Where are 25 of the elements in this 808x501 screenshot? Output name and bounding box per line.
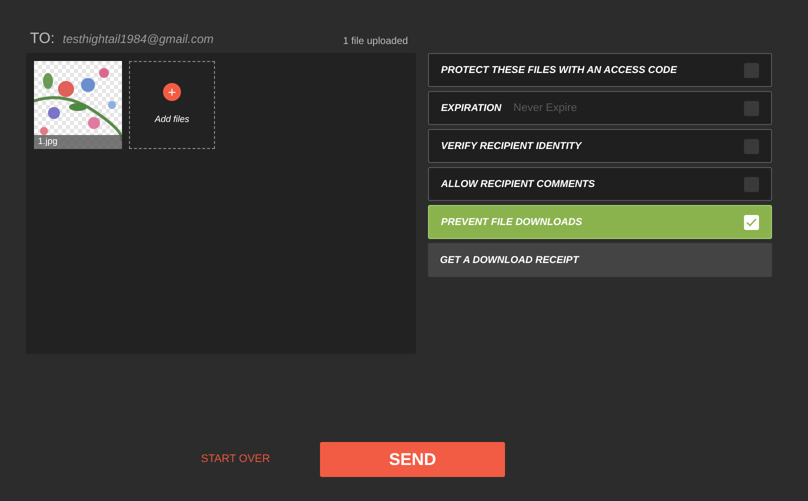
checkbox[interactable] — [744, 176, 759, 192]
plus-icon: + — [163, 83, 181, 102]
option-row[interactable]: ALLOW RECIPIENT COMMENTS — [428, 167, 772, 201]
upload-status: 1 file uploaded — [342, 35, 408, 49]
option-label: VERIFY RECIPIENT IDENTITY — [441, 140, 582, 154]
option-label: PREVENT FILE DOWNLOADS — [441, 216, 582, 230]
file-name: 1.jpg — [38, 135, 58, 148]
recipient-email[interactable]: testhightail1984@gmail.com — [62, 30, 214, 48]
option-row[interactable]: VERIFY RECIPIENT IDENTITY — [428, 129, 772, 163]
checkbox[interactable] — [744, 214, 759, 230]
option-row[interactable]: EXPIRATION Never Expire — [428, 91, 772, 125]
option-label: EXPIRATION — [441, 102, 502, 116]
to-label: TO: — [30, 28, 55, 49]
option-row[interactable]: PROTECT THESE FILES WITH AN ACCESS CODE — [428, 53, 772, 87]
add-files-button[interactable]: + Add files — [129, 61, 215, 149]
download-receipt-option[interactable]: GET A DOWNLOAD RECEIPT — [428, 243, 772, 277]
option-label: ALLOW RECIPIENT COMMENTS — [441, 178, 595, 192]
option-value: Never Expire — [513, 100, 577, 116]
start-over-link[interactable]: START OVER — [201, 451, 270, 468]
option-label: PROTECT THESE FILES WITH AN ACCESS CODE — [441, 64, 677, 78]
file-thumbnail[interactable]: 1.jpg — [34, 61, 122, 149]
check-icon — [746, 218, 757, 226]
checkbox[interactable] — [744, 138, 759, 154]
checkbox[interactable] — [744, 100, 759, 116]
checkbox[interactable] — [744, 62, 759, 78]
